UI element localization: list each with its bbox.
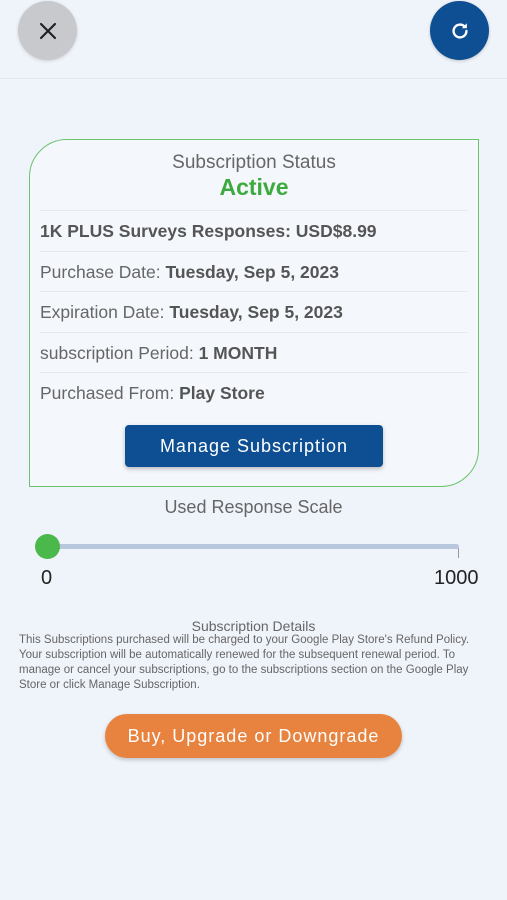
subscription-details-title: Subscription Details [191,618,316,634]
period-label: subscription Period: [40,343,194,363]
refresh-icon [451,22,468,39]
buy-upgrade-downgrade-button[interactable]: Buy, Upgrade or Downgrade [105,714,402,758]
purchase-date-label: Purchase Date: [40,262,161,282]
usage-scale-min: 0 [41,567,53,589]
expiration-date-label: Expiration Date: [40,302,165,322]
subscription-details-text: This Subscriptions purchased will be cha… [19,634,470,691]
subscription-status-title: Subscription Status [172,152,336,173]
expiration-date-value: Tuesday, Sep 5, 2023 [169,302,343,322]
subscription-card: Subscription Status Active 1K PLUS Surve… [29,139,479,487]
subscription-status-value: Active [219,174,289,200]
purchase-date-row: Purchase Date: Tuesday, Sep 5, 2023 [40,251,467,292]
purchased-from-value: Play Store [179,383,265,403]
period-value: 1 MONTH [198,343,278,363]
purchased-from-label: Purchased From: [40,383,175,403]
usage-slider-thumb[interactable] [34,534,60,559]
manage-subscription-button[interactable]: Manage Subscription [125,425,383,467]
top-bar [0,0,507,79]
plan-row: 1K PLUS Surveys Responses: USD$8.99 [40,210,467,251]
usage-slider-end-tick [458,548,459,558]
purchase-date-value: Tuesday, Sep 5, 2023 [165,262,339,282]
refresh-button[interactable] [430,1,489,60]
expiration-date-row: Expiration Date: Tuesday, Sep 5, 2023 [40,291,467,332]
close-icon [39,22,56,39]
usage-slider-track [47,544,459,549]
plan-name: 1K PLUS Surveys Responses: USD$8.99 [40,221,377,241]
usage-scale-max: 1000 [434,567,479,589]
close-button[interactable] [18,1,77,60]
period-row: subscription Period: 1 MONTH [40,332,467,373]
usage-scale-title: Used Response Scale [164,497,343,517]
purchased-from-row: Purchased From: Play Store [40,372,467,413]
